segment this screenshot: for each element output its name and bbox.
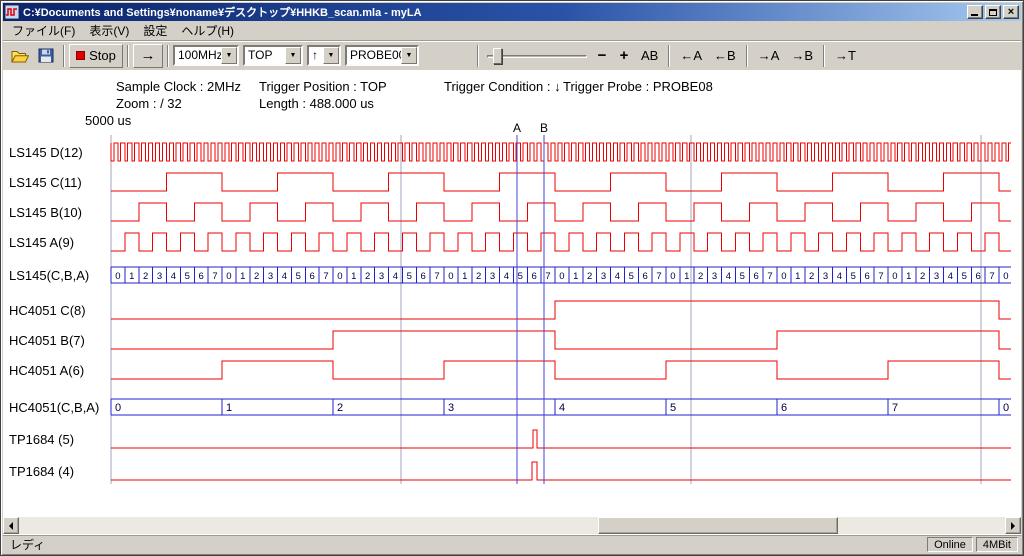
menu-file[interactable]: ファイル(F) [5, 20, 82, 41]
zoom-out-button[interactable]: − [591, 44, 613, 68]
sample-clock-select[interactable]: 100MHz ▼ [173, 45, 239, 66]
hscroll-thumb[interactable] [598, 517, 838, 534]
scroll-left-button[interactable] [3, 517, 19, 534]
sample-clock-info: Sample Clock : 2MHz [116, 79, 241, 94]
window-title: C:¥Documents and Settings¥noname¥デスクトップ¥… [23, 4, 967, 20]
next-b-button[interactable]: →B [785, 44, 819, 68]
prev-b-button[interactable]: ←B [708, 44, 742, 68]
trigger-probe-select[interactable]: PROBE00 ▼ [345, 45, 419, 66]
close-button[interactable]: × [1003, 5, 1019, 19]
waveform-view[interactable] [3, 70, 1021, 517]
trigger-edge-value: ↑ [309, 47, 323, 64]
run-arrow-icon: → [141, 47, 156, 64]
zoom-in-button[interactable]: + [613, 44, 635, 68]
toolbar-separator [746, 45, 748, 67]
statusbar: レディ Online 4MBit [3, 534, 1021, 553]
stop-icon [76, 51, 85, 60]
arrow-left-icon [9, 522, 13, 530]
toolbar-separator [477, 45, 479, 67]
prev-a-button[interactable]: ←A [674, 44, 708, 68]
chevron-down-icon[interactable]: ▼ [401, 47, 417, 64]
scroll-right-button[interactable] [1005, 517, 1021, 534]
trigger-probe-value: PROBE00 [347, 47, 401, 64]
toolbar-separator [63, 45, 65, 67]
toolbar-separator [668, 45, 670, 67]
trigger-position-info: Trigger Position : TOP [259, 79, 387, 94]
toolbar-separator [823, 45, 825, 67]
menu-view[interactable]: 表示(V) [82, 20, 136, 41]
titlebar: C:¥Documents and Settings¥noname¥デスクトップ¥… [3, 3, 1021, 21]
zoom-slider[interactable] [487, 45, 587, 67]
chevron-down-icon[interactable]: ▼ [285, 47, 301, 64]
trigger-edge-select[interactable]: ↑ ▼ [307, 45, 341, 66]
status-online: Online [927, 537, 973, 552]
app-window: C:¥Documents and Settings¥noname¥デスクトップ¥… [0, 0, 1024, 556]
stop-label: Stop [89, 48, 116, 63]
length-info: Length : 488.000 us [259, 96, 374, 111]
horizontal-scrollbar[interactable] [3, 517, 1021, 534]
minimize-icon [971, 14, 978, 16]
floppy-disk-icon [38, 48, 54, 63]
toolbar: Stop → 100MHz ▼ TOP ▼ ↑ ▼ PROBE00 ▼ − + [3, 40, 1021, 70]
trigger-condition-info: Trigger Condition : ↓ [444, 79, 561, 94]
zoom-info: Zoom : / 32 [116, 96, 182, 111]
toolbar-separator [127, 45, 129, 67]
trigger-position-value: TOP [245, 47, 285, 64]
goto-trigger-button[interactable]: →T [829, 44, 862, 68]
maximize-button[interactable] [985, 5, 1001, 19]
ab-cursor-button[interactable]: AB [635, 44, 664, 68]
open-folder-icon [11, 49, 29, 63]
maximize-icon [989, 9, 997, 16]
zoom-slider-thumb[interactable] [493, 48, 502, 64]
trigger-position-select[interactable]: TOP ▼ [243, 45, 303, 66]
menu-settings[interactable]: 設定 [136, 20, 174, 41]
stop-button[interactable]: Stop [69, 44, 123, 68]
app-icon [5, 5, 19, 19]
status-text: レディ [6, 536, 924, 553]
zoom-slider-track [487, 55, 587, 58]
run-button[interactable]: → [133, 44, 163, 68]
next-a-button[interactable]: →A [752, 44, 786, 68]
save-button[interactable] [33, 44, 59, 68]
close-icon: × [1008, 7, 1014, 18]
trigger-probe-info: Trigger Probe : PROBE08 [563, 79, 713, 94]
chevron-down-icon[interactable]: ▼ [221, 47, 237, 64]
menubar: ファイル(F) 表示(V) 設定 ヘルプ(H) [3, 21, 1021, 40]
menu-help[interactable]: ヘルプ(H) [174, 20, 241, 41]
chevron-down-icon[interactable]: ▼ [323, 47, 339, 64]
sample-clock-value: 100MHz [175, 47, 221, 64]
minimize-button[interactable] [967, 5, 983, 19]
toolbar-separator [167, 45, 169, 67]
open-button[interactable] [7, 44, 33, 68]
arrow-right-icon [1011, 522, 1015, 530]
status-memory: 4MBit [976, 537, 1018, 552]
